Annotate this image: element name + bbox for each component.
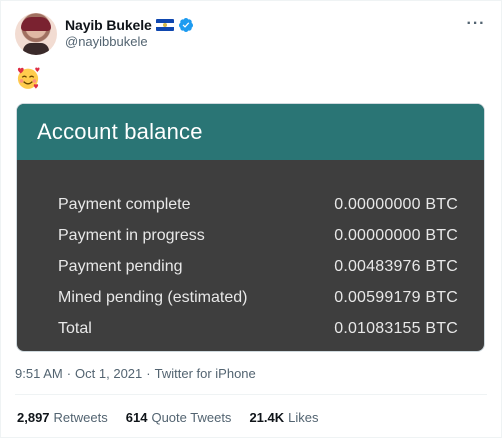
balance-value: 0.00483976 BTC (334, 257, 458, 275)
balance-value: 0.00000000 BTC (334, 195, 458, 213)
tweet-date[interactable]: Oct 1, 2021 (75, 366, 142, 381)
meta-separator: · (146, 366, 151, 381)
el-salvador-flag-icon (155, 19, 174, 31)
meta-separator: · (66, 366, 72, 381)
avatar[interactable] (15, 13, 57, 55)
avatar-cap (21, 17, 51, 31)
balance-row-total: Total 0.01083155 BTC (58, 313, 458, 344)
author-name-row: Nayib Bukele (65, 15, 194, 35)
tweet-stats: 2,897 Retweets 614 Quote Tweets 21.4K Li… (17, 410, 319, 425)
more-dots-icon: ··· (466, 15, 486, 32)
balance-header: Account balance (17, 104, 484, 160)
verified-badge-icon (178, 18, 193, 32)
balance-row-payment-in-progress: Payment in progress 0.00000000 BTC (58, 220, 458, 251)
retweets-stat[interactable]: 2,897 Retweets (17, 410, 108, 425)
balance-label: Total (58, 319, 92, 337)
author-handle[interactable]: @nayibbukele (65, 34, 148, 49)
balance-row-mined-pending: Mined pending (estimated) 0.00599179 BTC (58, 282, 458, 313)
balance-label: Payment in progress (58, 226, 205, 244)
retweets-count: 2,897 (17, 410, 50, 425)
balance-label: Mined pending (estimated) (58, 288, 248, 306)
retweets-label: Retweets (53, 410, 108, 425)
quote-tweets-stat[interactable]: 614 Quote Tweets (126, 410, 232, 425)
tweet-source[interactable]: Twitter for iPhone (155, 366, 256, 381)
quote-tweets-label: Quote Tweets (151, 410, 232, 425)
likes-stat[interactable]: 21.4K Likes (249, 410, 318, 425)
quote-tweets-count: 614 (125, 410, 148, 425)
avatar-shirt (23, 43, 49, 55)
more-options-button[interactable]: ··· (465, 13, 487, 35)
divider (15, 394, 487, 395)
balance-rows: Payment complete 0.00000000 BTC Payment … (58, 189, 458, 344)
account-balance-image[interactable]: Account balance Payment complete 0.00000… (16, 103, 485, 352)
balance-value: 0.00599179 BTC (334, 288, 458, 306)
balance-label: Payment complete (58, 195, 191, 213)
balance-value: 0.00000000 BTC (334, 226, 458, 244)
tweet-card: Nayib Bukele @nayibbukele ··· Account ba… (0, 0, 502, 438)
balance-title: Account balance (37, 119, 203, 144)
balance-label: Payment pending (58, 257, 183, 275)
tweet-time[interactable]: 9:51 AM (15, 366, 63, 381)
likes-label: Likes (288, 410, 319, 425)
tweet-meta: 9:51 AM · Oct 1, 2021 · Twitter for iPho… (15, 366, 256, 381)
author-display-name[interactable]: Nayib Bukele (65, 17, 152, 33)
balance-value: 0.01083155 BTC (334, 319, 458, 337)
balance-row-payment-complete: Payment complete 0.00000000 BTC (58, 189, 458, 220)
smiling-face-with-hearts-icon (17, 67, 40, 89)
likes-count: 21.4K (249, 410, 285, 425)
balance-row-payment-pending: Payment pending 0.00483976 BTC (58, 251, 458, 282)
